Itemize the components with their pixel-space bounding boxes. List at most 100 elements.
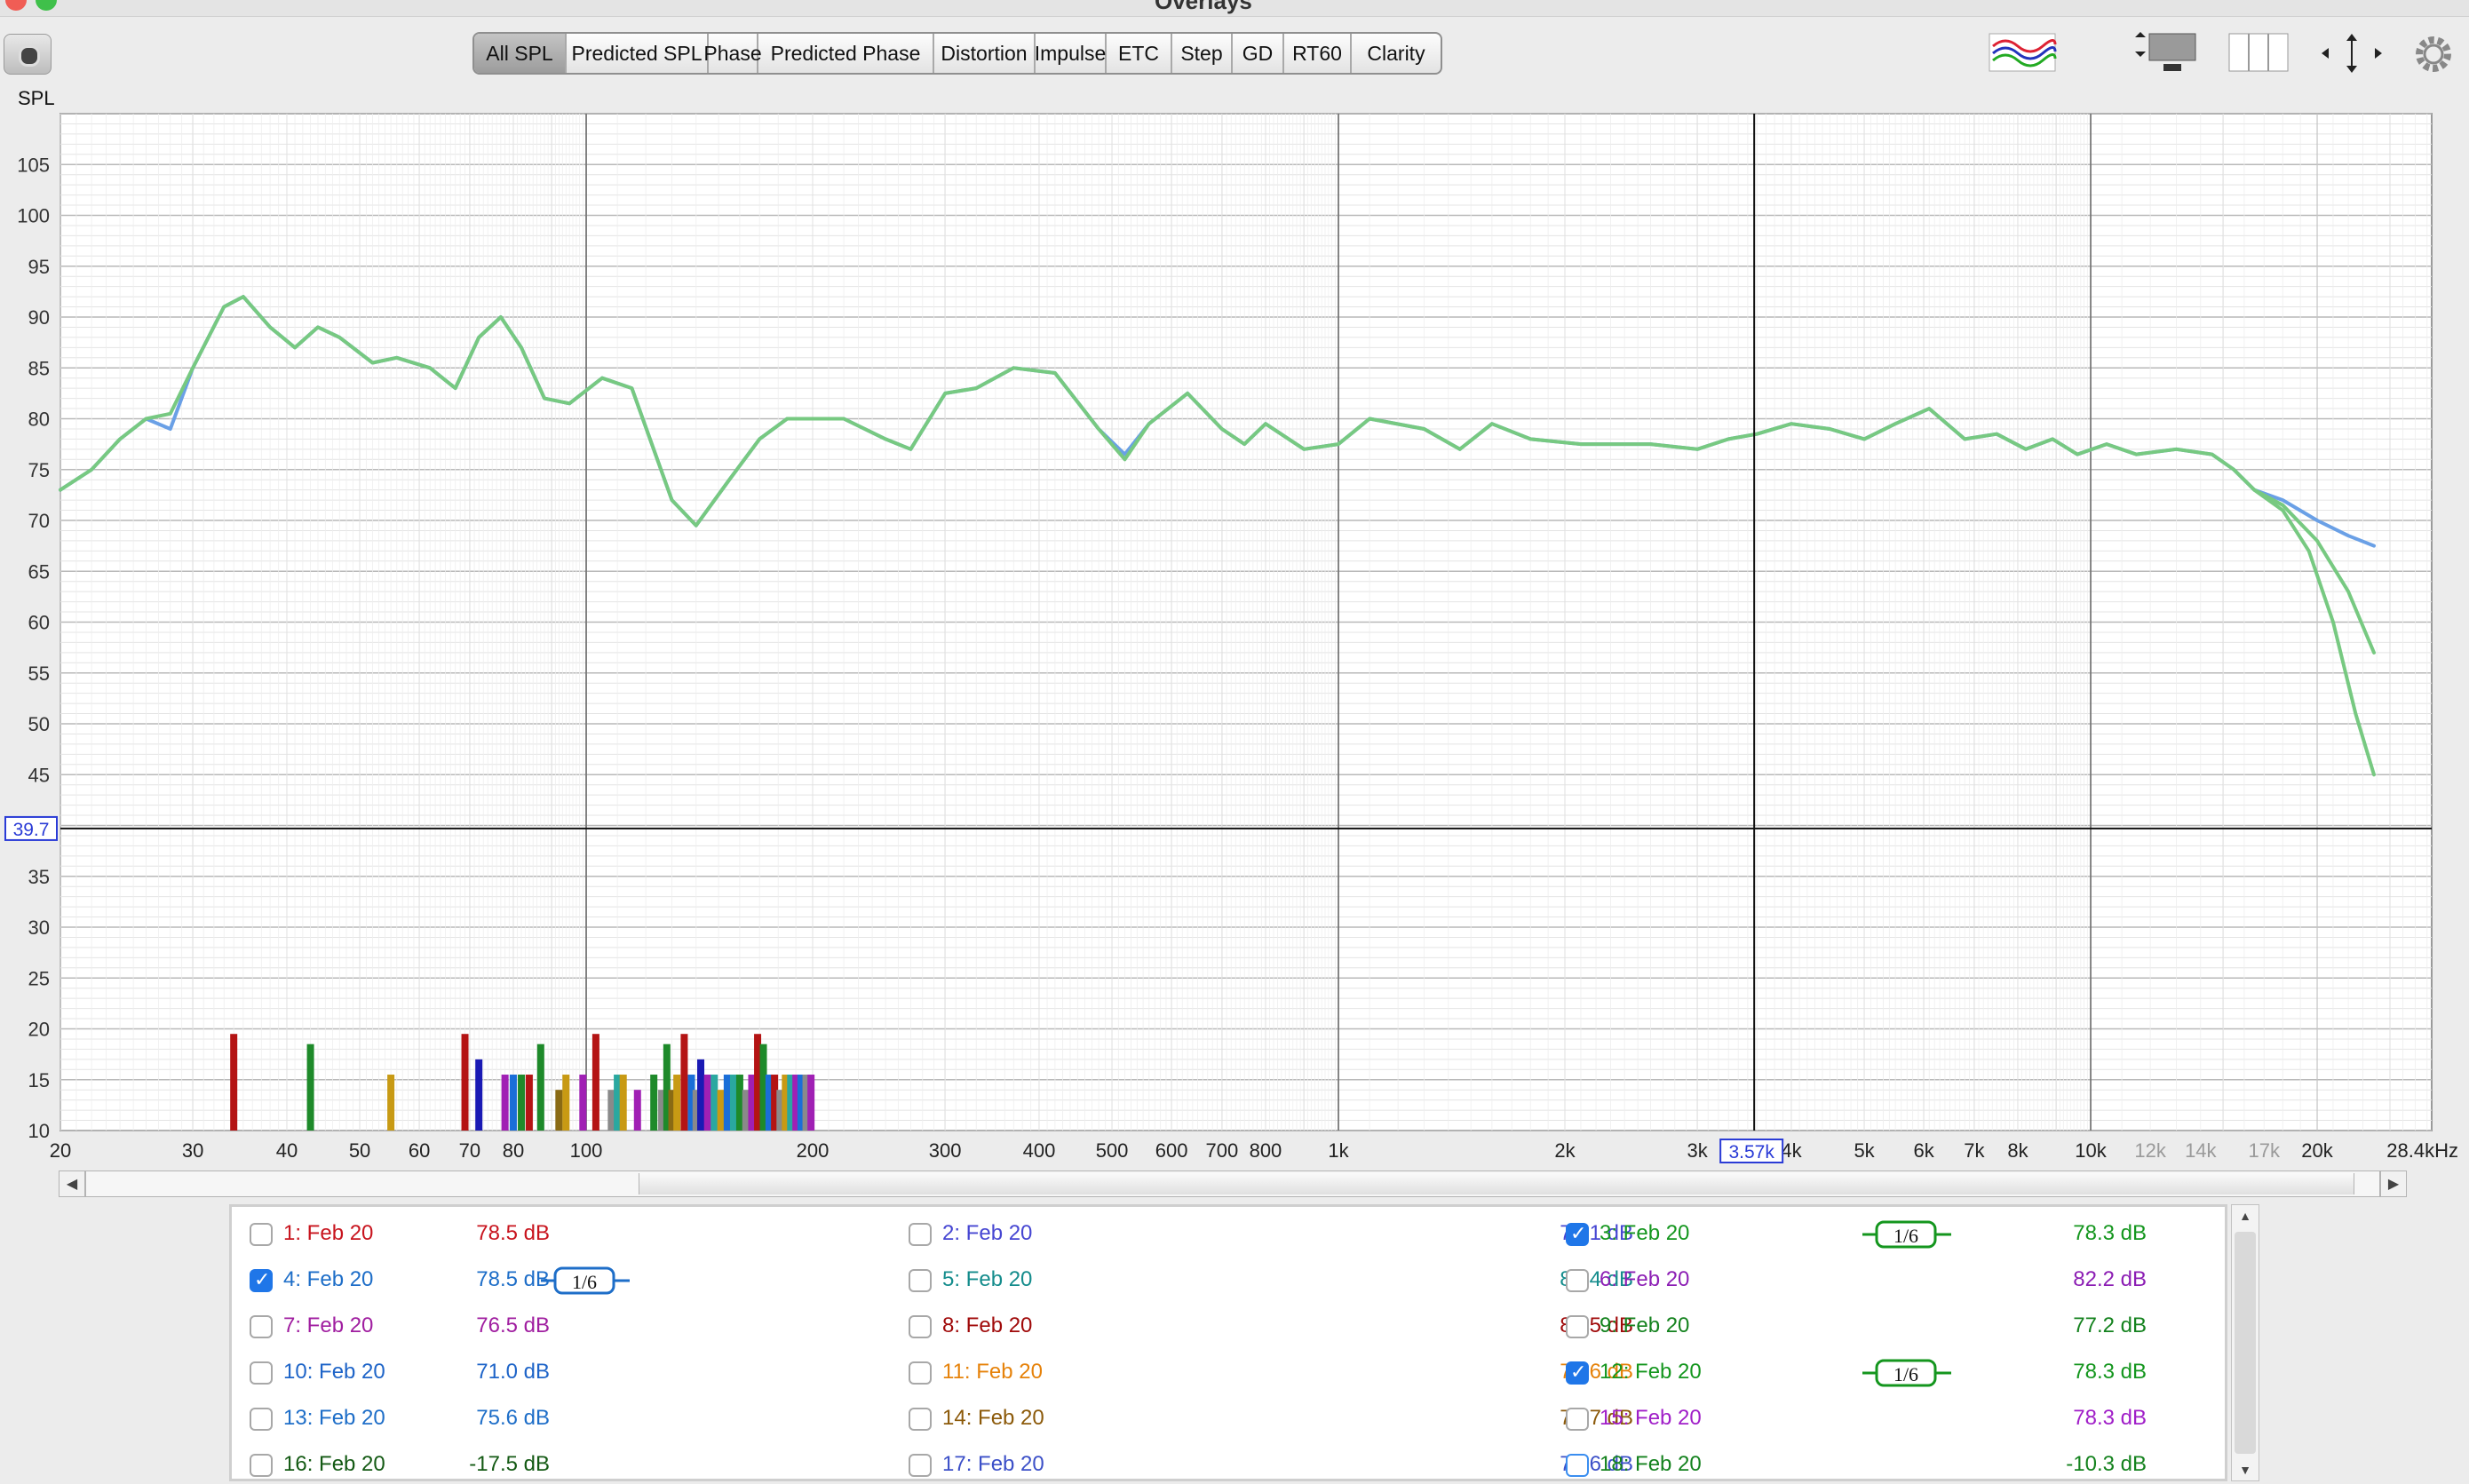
- tab-clarity[interactable]: Clarity: [1352, 34, 1441, 73]
- measurement-level: 78.3 dB: [2073, 1360, 2147, 1384]
- y-tick-label: 30: [28, 917, 50, 939]
- chart-bar: [735, 1075, 743, 1131]
- chart-bar: [591, 1034, 599, 1131]
- measurement-row: 6: Feb 20 82.2 dB: [232, 1264, 2221, 1299]
- chart-bar: [579, 1075, 587, 1131]
- measurements-scrollbar[interactable]: ▲ ▼: [2231, 1204, 2259, 1481]
- tab-distortion[interactable]: Distortion: [934, 34, 1036, 73]
- tab-gd[interactable]: GD: [1233, 34, 1284, 73]
- chart-bar: [650, 1075, 658, 1131]
- y-tick-label: 85: [28, 357, 50, 379]
- y-tick-label: 25: [28, 967, 50, 989]
- chart-bar: [387, 1075, 395, 1131]
- chart-bar: [306, 1044, 314, 1131]
- x-tick-label: 800: [1250, 1139, 1282, 1162]
- tab-step[interactable]: Step: [1172, 34, 1233, 73]
- x-tick-label: 8k: [2007, 1139, 2028, 1162]
- graph-horizontal-scrollbar[interactable]: [85, 1171, 2380, 1197]
- x-tick-label: 2k: [1554, 1139, 1576, 1162]
- grid: [60, 113, 2432, 1131]
- measurement-name[interactable]: 12: Feb 20: [1600, 1360, 1702, 1385]
- measurement-name[interactable]: 18: Feb 20: [1600, 1452, 1702, 1477]
- tab-all-spl[interactable]: All SPL: [474, 34, 567, 73]
- measurement-level: -10.3 dB: [2066, 1452, 2147, 1476]
- camera-icon[interactable]: [4, 34, 52, 75]
- measurement-row: 3: Feb 20 1/6 78.3 dB: [232, 1218, 2221, 1253]
- x-tick-label: 500: [1096, 1139, 1129, 1162]
- y-tick-label: 100: [17, 205, 50, 227]
- smoothing-indicator[interactable]: 1/6: [1862, 1358, 1951, 1388]
- measurement-checkbox[interactable]: [1566, 1408, 1589, 1431]
- tab-etc[interactable]: ETC: [1107, 34, 1172, 73]
- measurement-checkbox[interactable]: [1566, 1454, 1589, 1477]
- x-tick-label: 200: [797, 1139, 830, 1162]
- measurement-row: 15: Feb 20 78.3 dB: [232, 1402, 2221, 1438]
- measurement-name[interactable]: 6: Feb 20: [1600, 1267, 1689, 1292]
- tab-predicted-phase[interactable]: Predicted Phase: [758, 34, 934, 73]
- y-tick-label: 65: [28, 560, 50, 583]
- y-tick-label: 55: [28, 663, 50, 685]
- chart-bar: [619, 1075, 627, 1131]
- x-tick-label: 30: [182, 1139, 203, 1162]
- cursor-freq-label: 3.57k: [1728, 1142, 1774, 1163]
- spl-graph[interactable]: 105 100 95 90 85 80 75 70 65 60 55 50 45 35 30 25 20 15 10…: [0, 98, 2469, 1172]
- measurement-level: 78.3 dB: [2073, 1406, 2147, 1430]
- tab-predicted-spl[interactable]: Predicted SPL: [567, 34, 709, 73]
- measurement-checkbox[interactable]: [1566, 1269, 1589, 1292]
- chart-bar: [562, 1075, 570, 1131]
- measurement-name[interactable]: 9: Feb 20: [1600, 1313, 1689, 1338]
- x-tick-label: 3k: [1687, 1139, 1709, 1162]
- close-window-icon[interactable]: [5, 0, 27, 11]
- scroll-thumb[interactable]: [639, 1173, 2354, 1194]
- chart-bar: [807, 1075, 815, 1131]
- x-tick-label: 70: [459, 1139, 480, 1162]
- y-tick-label: 45: [28, 764, 50, 786]
- x-tick-label: 100: [570, 1139, 603, 1162]
- measurement-checkbox[interactable]: [1566, 1315, 1589, 1338]
- x-tick-label: 60: [409, 1139, 430, 1162]
- x-tick-label: 400: [1023, 1139, 1056, 1162]
- chart-bar: [230, 1034, 238, 1131]
- smoothing-indicator[interactable]: 1/6: [1862, 1219, 1951, 1250]
- scroll-left-button[interactable]: ◀: [59, 1171, 85, 1197]
- measurement-name[interactable]: 15: Feb 20: [1600, 1406, 1702, 1431]
- x-tick-label: 7k: [1964, 1139, 1985, 1162]
- y-tick-label: 15: [28, 1069, 50, 1091]
- x-tick-label: 12k: [2134, 1139, 2166, 1162]
- svg-text:1/6: 1/6: [1893, 1363, 1918, 1385]
- x-tick-label: 14k: [2185, 1139, 2217, 1162]
- gear-icon[interactable]: [2410, 30, 2458, 78]
- graph-window-icon[interactable]: [2132, 30, 2203, 76]
- y-tick-label: 90: [28, 306, 50, 329]
- scroll-thumb[interactable]: [2235, 1232, 2256, 1454]
- x-tick-label: 50: [349, 1139, 370, 1162]
- tab-rt60[interactable]: RT60: [1284, 34, 1352, 73]
- y-tick-label: 50: [28, 713, 50, 735]
- overlay-traces-icon[interactable]: [1988, 30, 2059, 75]
- scroll-up-button[interactable]: ▲: [2232, 1205, 2259, 1226]
- chart-bar: [509, 1075, 517, 1131]
- y-tick-label: 80: [28, 409, 50, 431]
- zoom-window-icon[interactable]: [36, 0, 57, 11]
- tab-phase[interactable]: Phase: [703, 34, 762, 73]
- measurement-row: 9: Feb 20 77.2 dB: [232, 1310, 2221, 1345]
- chart-bar: [723, 1075, 731, 1131]
- zoom-arrows-icon[interactable]: [2318, 30, 2386, 76]
- measurement-level: 77.2 dB: [2073, 1313, 2147, 1337]
- tab-impulse[interactable]: Impulse: [1035, 34, 1107, 73]
- chart-bar: [697, 1059, 705, 1131]
- y-tick-label: 105: [17, 154, 50, 176]
- x-tick-label: 600: [1155, 1139, 1188, 1162]
- x-tick-label: 40: [276, 1139, 298, 1162]
- chart-bar: [461, 1034, 469, 1131]
- chart-bar: [633, 1090, 641, 1131]
- scroll-right-button[interactable]: ▶: [2380, 1171, 2407, 1197]
- measurement-checkbox[interactable]: [1566, 1361, 1589, 1385]
- x-axis-end-label: 28.4kHz: [2386, 1139, 2458, 1162]
- x-tick-label: 20: [50, 1139, 71, 1162]
- measurement-checkbox[interactable]: [1566, 1223, 1589, 1246]
- panels-icon[interactable]: [2227, 30, 2291, 75]
- scroll-down-button[interactable]: ▼: [2232, 1459, 2259, 1480]
- y-tick-label: 60: [28, 612, 50, 634]
- measurement-name[interactable]: 3: Feb 20: [1600, 1221, 1689, 1246]
